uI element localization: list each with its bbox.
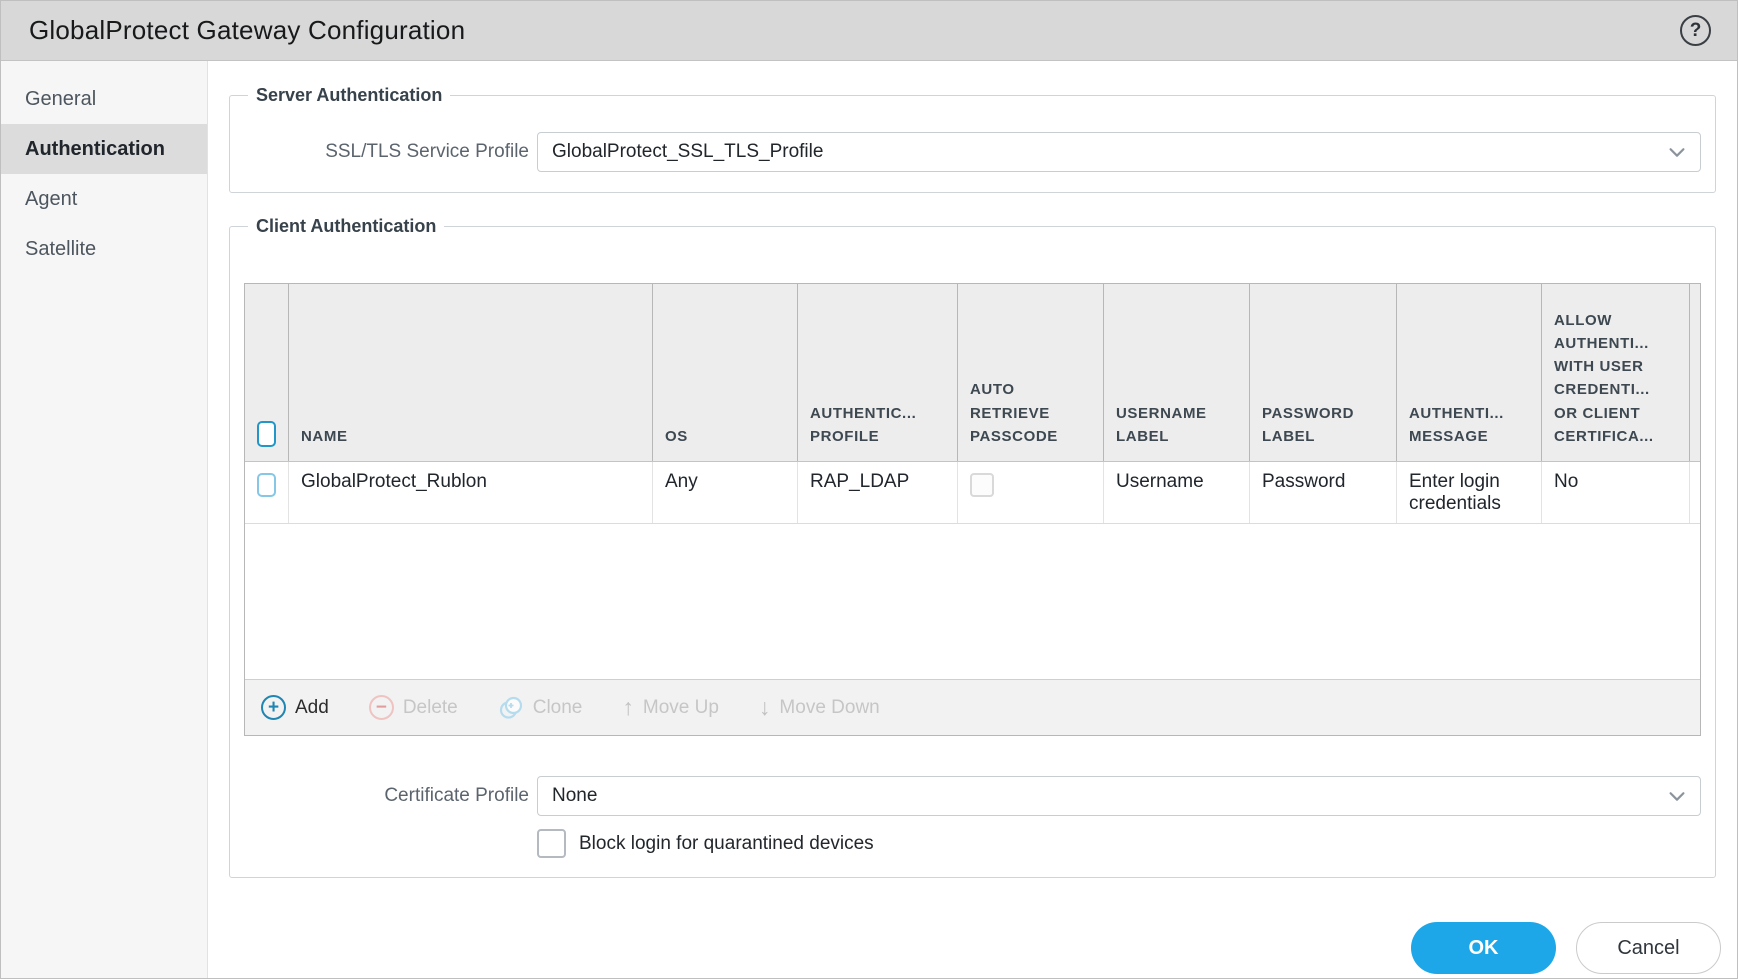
column-header-password-label[interactable]: PASSWORD LABEL (1250, 284, 1397, 461)
certificate-profile-value: None (552, 785, 598, 806)
server-authentication-legend: Server Authentication (256, 85, 443, 105)
server-authentication-section: Server Authentication SSL/TLS Service Pr… (229, 85, 1716, 193)
cell-username-label: Username (1104, 462, 1250, 523)
column-header-authentication-message[interactable]: AUTHENTI... MESSAGE (1397, 284, 1542, 461)
titlebar: GlobalProtect Gateway Configuration ? (1, 1, 1737, 61)
row-checkbox-cell (245, 462, 289, 523)
sidebar-item-satellite[interactable]: Satellite (1, 224, 207, 274)
delete-icon: − (368, 695, 394, 720)
auto-retrieve-passcode-checkbox (970, 473, 994, 497)
globalprotect-gateway-configuration-dialog: GlobalProtect Gateway Configuration ? Ge… (0, 0, 1738, 979)
sidebar: General Authentication Agent Satellite (1, 61, 208, 978)
cell-authentication-profile: RAP_LDAP (798, 462, 958, 523)
column-header-authentication-profile[interactable]: AUTHENTIC... PROFILE (798, 284, 958, 461)
select-all-checkbox-cell (245, 284, 289, 461)
table-row[interactable]: GlobalProtect_Rublon Any RAP_LDAP Userna… (245, 462, 1700, 524)
move-up-icon: ↑ (622, 694, 634, 720)
move-up-button: ↑ Move Up (622, 694, 719, 720)
clone-icon (498, 695, 524, 721)
ssl-tls-service-profile-label: SSL/TLS Service Profile (325, 141, 529, 162)
table-empty-area (245, 524, 1700, 679)
move-down-button: ↓ Move Down (758, 694, 880, 720)
sidebar-item-general[interactable]: General (1, 74, 207, 124)
clone-button: Clone (498, 695, 582, 721)
delete-button: − Delete (368, 695, 458, 720)
client-authentication-table: NAME OS AUTHENTIC... PROFILE AUTO RETRIE… (244, 283, 1701, 736)
column-header-name[interactable]: NAME (289, 284, 653, 461)
client-authentication-legend: Client Authentication (256, 216, 437, 236)
add-icon: + (261, 695, 286, 720)
dialog-footer: OK Cancel (208, 922, 1737, 974)
column-header-allow-authentication[interactable]: ALLOW AUTHENTI... WITH USER CREDENTI... … (1542, 284, 1690, 461)
cell-name[interactable]: GlobalProtect_Rublon (289, 462, 653, 523)
dialog-title: GlobalProtect Gateway Configuration (29, 15, 466, 45)
help-icon[interactable]: ? (1680, 15, 1711, 46)
certificate-profile-label: Certificate Profile (384, 785, 529, 806)
cell-allow-authentication: No (1542, 462, 1690, 523)
cell-spacer (1690, 462, 1700, 523)
cell-os: Any (653, 462, 798, 523)
block-login-label: Block login for quarantined devices (579, 832, 874, 854)
cell-authentication-message: Enter login credentials (1397, 462, 1542, 523)
cell-auto-retrieve-passcode (958, 462, 1104, 523)
column-header-username-label[interactable]: USERNAME LABEL (1104, 284, 1250, 461)
sidebar-item-authentication[interactable]: Authentication (1, 124, 207, 174)
certificate-profile-select[interactable]: None (537, 776, 1701, 816)
chevron-down-icon (1654, 141, 1700, 163)
table-toolbar: + Add − Delete Clone ↑ Move Up ↓ Move Do… (245, 679, 1700, 735)
ssl-tls-service-profile-select[interactable]: GlobalProtect_SSL_TLS_Profile (537, 132, 1701, 172)
select-all-checkbox[interactable] (257, 421, 276, 447)
column-header-auto-retrieve-passcode[interactable]: AUTO RETRIEVE PASSCODE (958, 284, 1104, 461)
ok-button[interactable]: OK (1411, 922, 1556, 974)
table-header-row: NAME OS AUTHENTIC... PROFILE AUTO RETRIE… (245, 284, 1700, 462)
client-authentication-section: Client Authentication NAME OS AUTHENTIC.… (229, 216, 1716, 878)
column-header-spacer (1690, 284, 1700, 461)
block-login-checkbox[interactable] (537, 829, 566, 858)
add-button[interactable]: + Add (261, 695, 329, 720)
ssl-tls-service-profile-value: GlobalProtect_SSL_TLS_Profile (552, 141, 824, 162)
chevron-down-icon (1654, 785, 1700, 807)
row-checkbox[interactable] (257, 473, 276, 497)
cancel-button[interactable]: Cancel (1576, 922, 1721, 974)
cell-password-label: Password (1250, 462, 1397, 523)
sidebar-item-agent[interactable]: Agent (1, 174, 207, 224)
main-panel: Server Authentication SSL/TLS Service Pr… (208, 61, 1737, 978)
move-down-icon: ↓ (758, 694, 771, 720)
column-header-os[interactable]: OS (653, 284, 798, 461)
